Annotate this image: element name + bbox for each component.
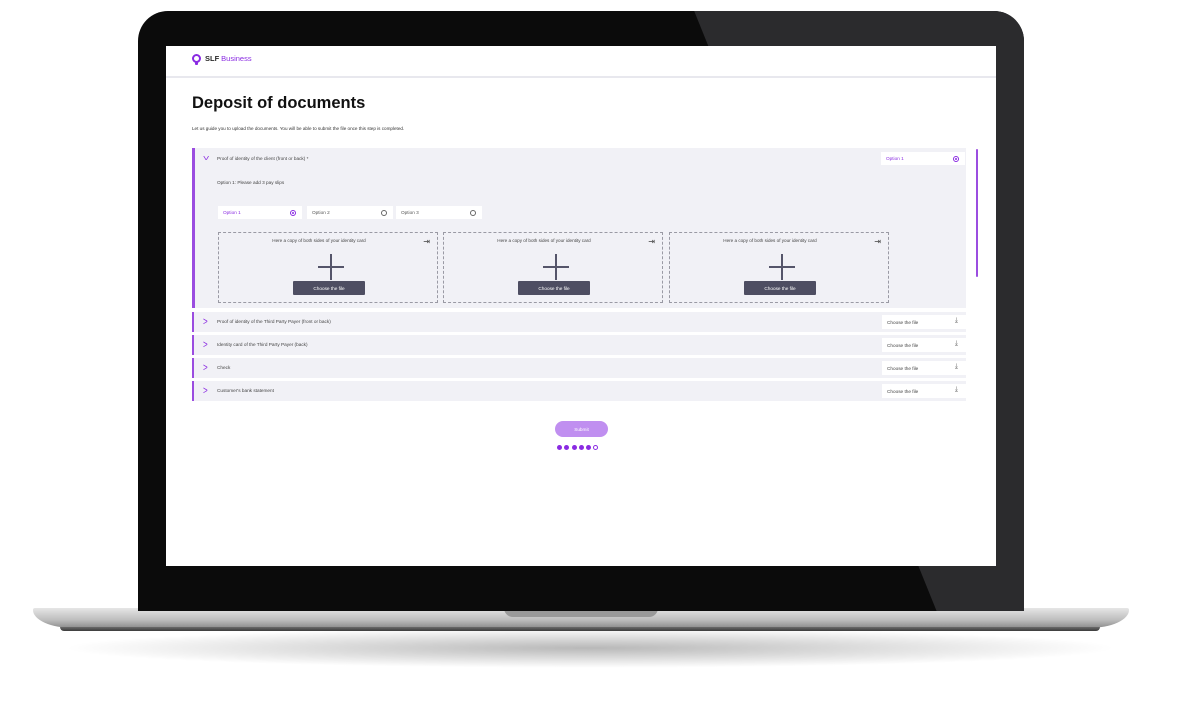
laptop-lid: SLF Business Deposit of documents Let us…	[138, 11, 1024, 611]
dropzone-2[interactable]: Here a copy of both sides of your identi…	[443, 232, 663, 303]
section-title: Customer's bank statement	[217, 388, 274, 393]
chevron-right-icon[interactable]: >	[203, 316, 208, 327]
progress-dot	[557, 445, 562, 450]
dropzone-text: Here a copy of both sides of your identi…	[272, 238, 366, 243]
laptop-base-underside	[60, 627, 1100, 631]
scrollbar[interactable]	[976, 149, 978, 277]
section-title: Identity card of the Third Party Payer (…	[217, 342, 308, 347]
app-header: SLF Business	[166, 46, 996, 78]
choose-file-label: Choose the file	[887, 365, 919, 371]
upload-icon[interactable]: ⤓	[955, 363, 958, 371]
choose-file-field[interactable]: Choose the file ⤓	[882, 361, 966, 375]
radio-empty-icon	[470, 209, 476, 216]
dropzone-text: Here a copy of both sides of your identi…	[723, 238, 817, 243]
choose-file-button[interactable]: Choose the file	[293, 281, 365, 295]
section-third-party-proof[interactable]: > Proof of identity of the Third Party P…	[192, 312, 966, 332]
progress-dot	[578, 445, 584, 450]
choose-file-button[interactable]: Choose the file	[744, 281, 816, 295]
progress-dot	[586, 445, 592, 450]
logo-icon	[192, 54, 201, 65]
choose-file-label: Choose the file	[887, 388, 919, 394]
dropzone-3[interactable]: Here a copy of both sides of your identi…	[669, 232, 889, 303]
plus-icon[interactable]	[543, 254, 569, 280]
logo-business-text: Business	[221, 54, 252, 63]
import-icon[interactable]: ⇥	[423, 237, 430, 246]
section-title: Proof of identity of the client (front o…	[217, 156, 309, 161]
chevron-right-icon[interactable]: >	[203, 362, 208, 373]
option-3-radio[interactable]: Option 3	[396, 206, 482, 219]
dropzone-text: Here a copy of both sides of your identi…	[497, 238, 591, 243]
progress-dot	[593, 445, 599, 450]
option-label: Option 2	[312, 210, 330, 215]
logo[interactable]: SLF Business	[192, 54, 252, 65]
option-2-radio[interactable]: Option 2	[307, 206, 393, 219]
option-label: Option 1	[223, 210, 241, 215]
section-title: Check	[217, 365, 231, 370]
choose-file-field[interactable]: Choose the file ⤓	[882, 384, 966, 398]
import-icon[interactable]: ⇥	[648, 237, 655, 246]
radio-selected-icon	[953, 155, 959, 162]
laptop-shadow	[60, 628, 1120, 668]
option-label: Option 3	[401, 210, 419, 215]
chevron-right-icon[interactable]: >	[203, 385, 208, 396]
option-1-radio[interactable]: Option 1	[218, 206, 302, 219]
plus-icon[interactable]	[769, 254, 795, 280]
dropzone-1[interactable]: Here a copy of both sides of your identi…	[218, 232, 438, 303]
section-check[interactable]: > Check Choose the file ⤓	[192, 358, 966, 378]
radio-selected-icon	[290, 209, 296, 216]
plus-icon[interactable]	[318, 254, 344, 280]
chevron-right-icon[interactable]: >	[203, 339, 208, 350]
choose-file-field[interactable]: Choose the file ⤓	[882, 338, 966, 352]
page-intro: Let us guide you to upload the documents…	[192, 126, 405, 131]
radio-empty-icon	[381, 209, 387, 216]
choose-file-label: Choose the file	[887, 342, 919, 348]
submit-button[interactable]: Submit	[555, 421, 608, 437]
choose-file-label: Choose the file	[887, 319, 919, 325]
upload-icon[interactable]: ⤓	[955, 317, 958, 325]
choose-file-button[interactable]: Choose the file	[518, 281, 590, 295]
logo-slf-text: SLF	[205, 54, 220, 63]
section-option-label: Option 1	[886, 156, 904, 161]
screen: SLF Business Deposit of documents Let us…	[166, 46, 996, 566]
page-title: Deposit of documents	[192, 94, 366, 112]
section-bank-statement[interactable]: > Customer's bank statement Choose the f…	[192, 381, 966, 401]
chevron-down-icon[interactable]: >	[200, 156, 213, 161]
section-option-select[interactable]: Option 1	[881, 152, 965, 165]
section-third-party-id-card[interactable]: > Identity card of the Third Party Payer…	[192, 335, 966, 355]
section-client-identity-header[interactable]: > Proof of identity of the client (front…	[192, 148, 966, 171]
progress-dots	[557, 445, 599, 450]
progress-dot	[564, 445, 570, 450]
section-instruction: Option 1: Please add 3 pay slips	[217, 180, 285, 185]
choose-file-field[interactable]: Choose the file ⤓	[882, 315, 966, 329]
upload-icon[interactable]: ⤓	[955, 340, 958, 348]
upload-icon[interactable]: ⤓	[955, 386, 958, 394]
import-icon[interactable]: ⇥	[874, 237, 881, 246]
laptop-base	[33, 608, 1129, 628]
section-title: Proof of identity of the Third Party Pay…	[217, 319, 331, 324]
progress-dot	[571, 445, 577, 450]
